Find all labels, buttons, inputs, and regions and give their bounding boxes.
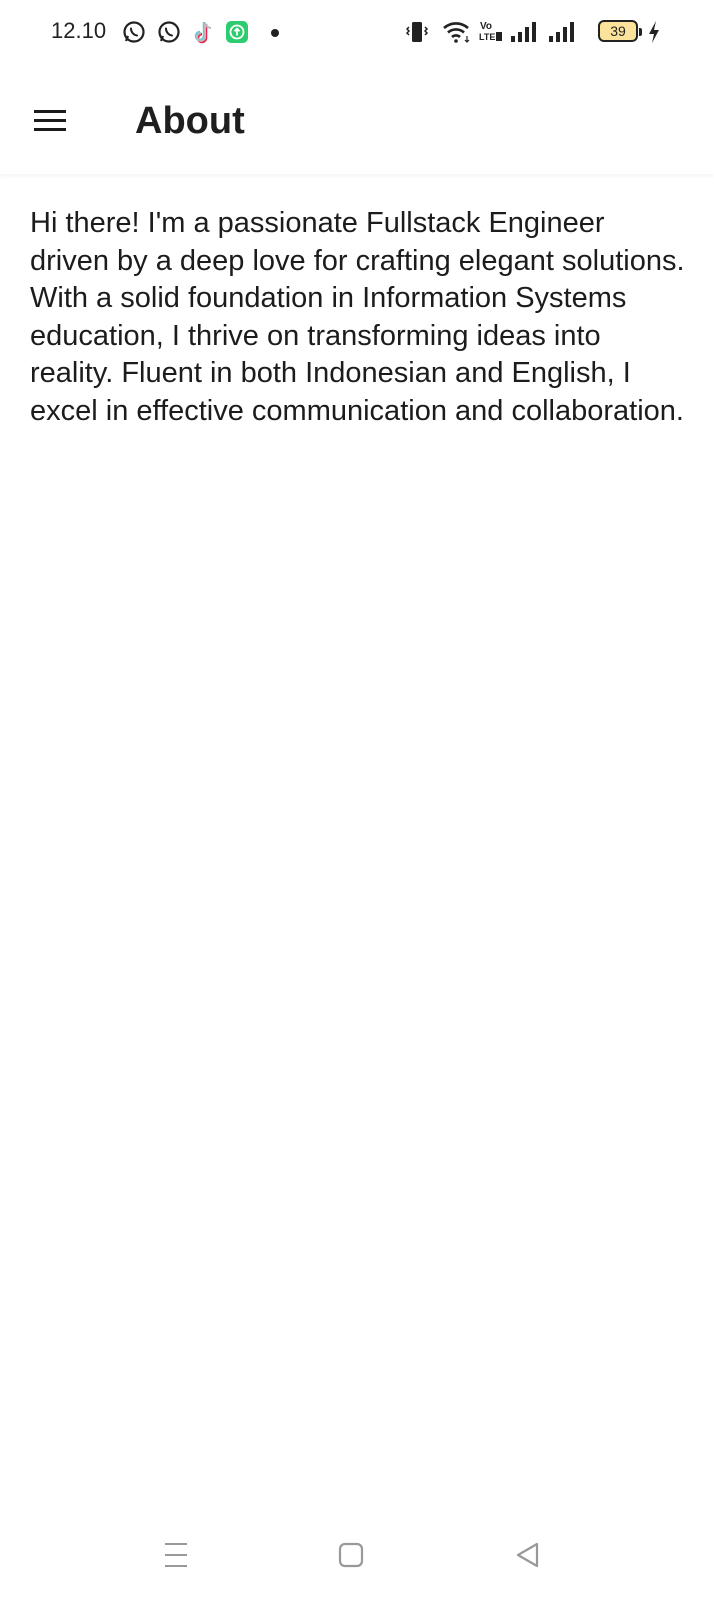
charging-icon bbox=[649, 21, 659, 43]
signal-icon bbox=[549, 22, 574, 42]
home-icon[interactable] bbox=[337, 1540, 365, 1570]
upload-app-icon bbox=[226, 21, 248, 43]
svg-text:LTE: LTE bbox=[479, 32, 495, 42]
whatsapp-icon bbox=[123, 21, 145, 43]
battery-level: 39 bbox=[610, 23, 626, 39]
svg-text:Vo: Vo bbox=[480, 21, 492, 32]
recents-icon[interactable] bbox=[162, 1540, 190, 1570]
more-notifications-dot bbox=[271, 29, 279, 37]
status-time: 12.10 bbox=[51, 18, 107, 43]
page-title: About bbox=[135, 100, 245, 142]
tiktok-icon bbox=[194, 22, 212, 44]
volte-icon: Vo LTE bbox=[479, 21, 502, 42]
signal-icon bbox=[511, 22, 536, 42]
status-bar: 12.10 Vo LTE 39 bbox=[0, 0, 714, 62]
system-nav-bar bbox=[0, 1520, 714, 1599]
battery-icon: 39 bbox=[598, 20, 642, 42]
app-bar: About bbox=[0, 62, 714, 174]
hamburger-menu-icon[interactable] bbox=[30, 102, 70, 138]
back-icon[interactable] bbox=[514, 1540, 542, 1570]
whatsapp-icon bbox=[158, 21, 180, 43]
vibrate-icon bbox=[405, 22, 429, 42]
wifi-icon bbox=[443, 22, 470, 43]
about-text: Hi there! I'm a passionate Fullstack Eng… bbox=[30, 207, 685, 427]
